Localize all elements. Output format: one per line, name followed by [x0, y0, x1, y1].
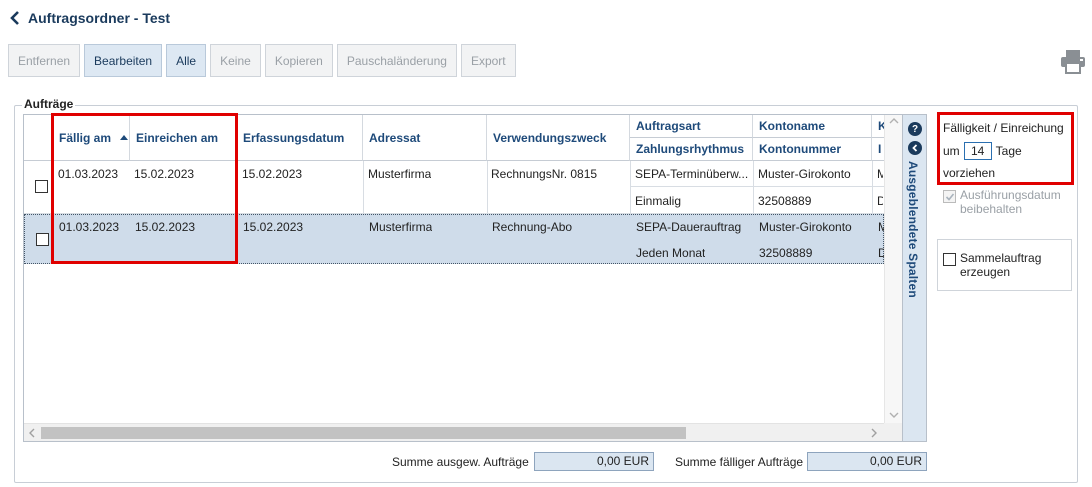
column-header-truncated-i[interactable]: I [872, 138, 884, 161]
cell-truncated-i: D [877, 194, 883, 208]
cell-kontoname: Muster-Girokonto [759, 220, 852, 234]
checkmark-icon [945, 192, 954, 201]
column-divider [363, 161, 364, 214]
sum-selected-value: 0,00 EUR [534, 452, 654, 471]
select-all-button[interactable]: Alle [166, 44, 207, 77]
highlight-date-columns [51, 113, 238, 264]
highlight-due-date-options [937, 112, 1074, 185]
cell-zahlungsrhythmus: Jeden Monat [636, 246, 706, 260]
collective-order-checkbox[interactable] [943, 253, 956, 266]
bulk-change-button[interactable]: Pauschaländerung [336, 44, 457, 77]
row-checkbox[interactable] [35, 180, 48, 193]
collective-order-option[interactable]: Sammelauftrag erzeugen [943, 251, 1060, 279]
edit-button[interactable]: Bearbeiten [84, 44, 163, 77]
export-button[interactable]: Export [460, 44, 516, 77]
title-bar: Auftragsordner - Test [8, 6, 170, 30]
vertical-scrollbar[interactable] [884, 115, 902, 423]
back-chevron-icon[interactable] [8, 9, 22, 27]
header-checkbox-column [24, 115, 53, 161]
column-header-adressat[interactable]: Adressat [363, 115, 487, 161]
column-divider [487, 161, 488, 214]
column-header-erfassung[interactable]: Erfassungsdatum [237, 115, 363, 161]
column-header-kontonummer[interactable]: Kontonummer [753, 138, 872, 161]
copy-button[interactable]: Kopieren [264, 44, 333, 77]
cell-kontonummer: 32508889 [759, 246, 813, 260]
horizontal-scroll-thumb[interactable] [41, 427, 686, 439]
sum-selected-label: Summe ausgew. Aufträge [392, 455, 529, 469]
scroll-right-icon[interactable] [870, 428, 878, 438]
column-divider [872, 161, 873, 214]
cell-zahlungsrhythmus: Einmalig [635, 194, 682, 208]
cell-adressat: Musterfirma [369, 220, 433, 234]
column-header-auftragsart[interactable]: Auftragsart [630, 115, 753, 138]
column-header-truncated-k[interactable]: K [872, 115, 884, 138]
column-header-kontoname[interactable]: Kontoname [753, 115, 872, 138]
column-header-verwendungszweck[interactable]: Verwendungszweck [487, 115, 630, 161]
sum-due-label: Summe fälliger Aufträge [675, 455, 804, 469]
column-header-zahlungsrhythmus[interactable]: Zahlungsrhythmus [630, 138, 753, 161]
cell-auftragsart: SEPA-Terminüberw... [635, 167, 749, 181]
cell-erfassung: 15.02.2023 [242, 167, 303, 181]
hidden-columns-label: Ausgeblendete Spalten [906, 161, 920, 298]
collapse-left-icon[interactable] [908, 141, 922, 155]
scroll-left-icon[interactable] [28, 428, 36, 438]
cell-kontonummer: 32508889 [758, 194, 812, 208]
select-none-button[interactable]: Keine [210, 44, 261, 77]
scroll-down-icon[interactable] [889, 411, 899, 419]
cell-truncated-k: M [877, 167, 883, 181]
scroll-up-icon[interactable] [889, 117, 899, 125]
help-icon[interactable]: ? [908, 122, 922, 136]
collective-order-label: Sammelauftrag erzeugen [960, 251, 1042, 279]
keep-execution-date-label: Ausführungsdatum beibehalten [960, 188, 1061, 216]
toolbar: Entfernen Bearbeiten Alle Keine Kopieren… [8, 44, 516, 77]
sum-due-value: 0,00 EUR [807, 452, 927, 471]
keep-execution-date-option[interactable]: Ausführungsdatum beibehalten [943, 188, 1079, 216]
orders-group-label: Aufträge [22, 97, 76, 111]
cell-verwendungszweck: RechnungsNr. 0815 [491, 167, 598, 181]
collective-order-panel: Sammelauftrag erzeugen [937, 239, 1072, 291]
cell-verwendungszweck: Rechnung-Abo [492, 220, 573, 234]
column-divider [753, 161, 754, 214]
keep-execution-date-checkbox[interactable] [943, 190, 956, 203]
cell-auftragsart: SEPA-Dauerauftrag [636, 220, 742, 234]
horizontal-scrollbar[interactable] [24, 423, 884, 441]
remove-button[interactable]: Entfernen [8, 44, 81, 77]
scrollbar-corner [884, 423, 902, 441]
hidden-columns-panel[interactable]: ? Ausgeblendete Spalten [902, 115, 926, 441]
printer-icon[interactable] [1060, 48, 1086, 74]
cell-adressat: Musterfirma [368, 167, 432, 181]
row-sub-divider [630, 186, 884, 187]
cell-erfassung: 15.02.2023 [243, 220, 304, 234]
row-checkbox[interactable] [36, 233, 49, 246]
page-title: Auftragsordner - Test [28, 10, 171, 26]
column-divider [630, 161, 631, 214]
cell-kontoname: Muster-Girokonto [758, 167, 851, 181]
